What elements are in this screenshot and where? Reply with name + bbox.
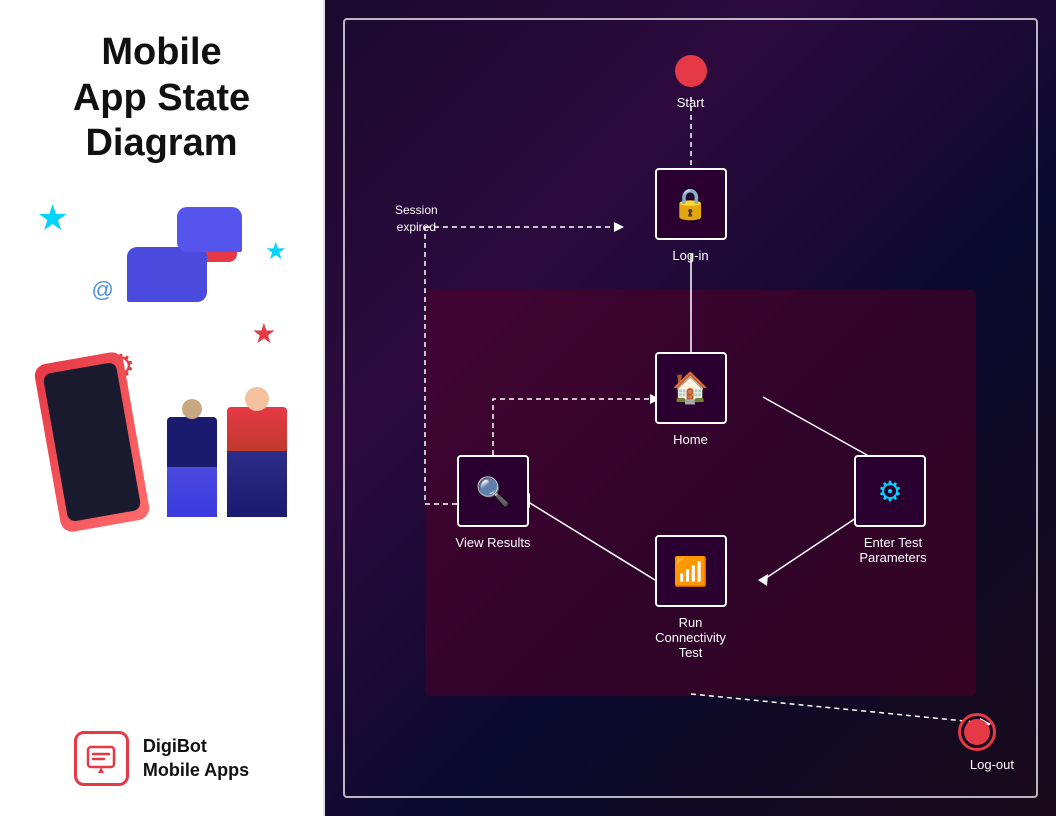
at-icon: @ [92,277,114,303]
left-panel: MobileApp StateDiagram ★ ▶ ★ @ ⚙ ★ 📶 ♥ D… [0,0,325,816]
star-icon-1: ★ [37,197,69,239]
home-icon: 🏠 [672,371,709,406]
settings-icon: ⚙ [877,475,902,508]
star-icon-2: ★ [265,237,287,266]
session-expired-label: Sessionexpired [395,202,438,236]
search-icon: 🔍 [476,475,511,508]
page-title: MobileApp StateDiagram [73,30,250,167]
home-label: Home [641,432,741,447]
logo-icon [74,731,129,786]
login-label: Log-in [655,248,727,263]
diagram-panel: Start 🔒 Log-in Sessionexpired 🏠 Home 🔍 V… [325,0,1056,816]
run-connectivity-test-label: RunConnectivityTest [641,615,741,660]
enter-test-params-label: Enter TestParameters [828,535,958,565]
logout-label: Log-out [970,757,1014,772]
person-1-illustration [227,407,287,517]
chat-bubble-2 [177,207,242,252]
start-label: Start [677,95,704,110]
wifi-icon-node: 📶 [673,555,708,588]
view-results-label: View Results [433,535,553,550]
illustration: ★ ▶ ★ @ ⚙ ★ 📶 ♥ [27,187,297,527]
star-icon-3: ★ [251,317,276,350]
start-node [675,55,707,87]
home-node: 🏠 [655,352,727,424]
view-results-node: 🔍 [457,455,529,527]
person-2-illustration [167,417,217,517]
chat-bubble-1 [127,247,207,302]
logout-node [958,713,996,751]
logo-text: DigiBot Mobile Apps [143,735,249,782]
login-node: 🔒 [655,168,727,240]
logo-area: DigiBot Mobile Apps [74,731,249,786]
logout-inner-circle [964,719,990,745]
lock-icon: 🔒 [672,187,709,222]
enter-test-params-node: ⚙ [854,455,926,527]
run-connectivity-test-node: 📶 [655,535,727,607]
